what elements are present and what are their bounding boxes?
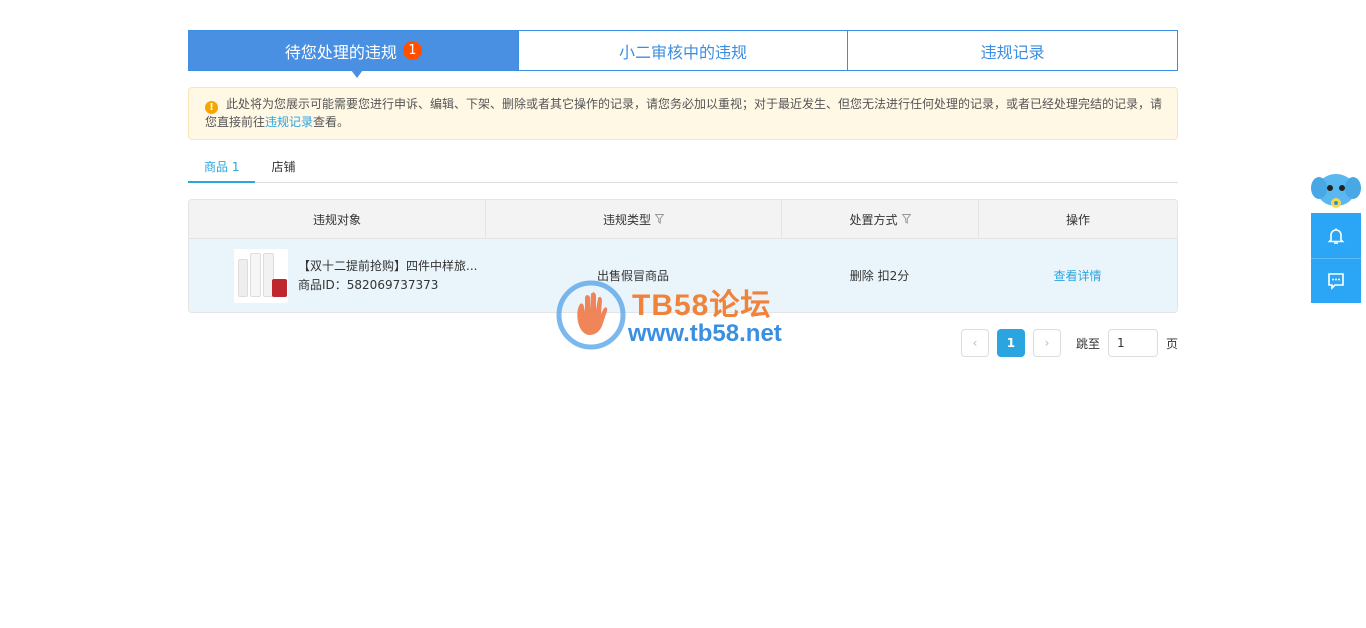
view-details-link[interactable]: 查看详情 <box>1053 267 1101 284</box>
notification-button[interactable] <box>1311 213 1361 258</box>
header-label: 违规对象 <box>312 212 361 227</box>
violations-table: 违规对象 违规类型 处置方式 操作 【双十二提前抢购】四件中样旅... 商品ID… <box>188 199 1178 313</box>
tab-pending-violations[interactable]: 待您处理的违规 1 <box>189 31 518 78</box>
product-title[interactable]: 【双十二提前抢购】四件中样旅... <box>298 257 477 276</box>
jump-page-input[interactable] <box>1107 329 1158 357</box>
chat-button[interactable] <box>1311 258 1361 303</box>
notice-banner: ! 此处将为您展示可能需要您进行申诉、编辑、下架、删除或者其它操作的记录，请您务必… <box>188 87 1178 140</box>
table-row: 【双十二提前抢购】四件中样旅... 商品ID：582069737373 出售假冒… <box>189 239 1177 312</box>
disposal-cell: 删除 扣2分 <box>849 269 910 283</box>
product-cell: 【双十二提前抢购】四件中样旅... 商品ID：582069737373 <box>189 239 485 312</box>
next-page-button[interactable]: › <box>1032 329 1061 357</box>
tab-label: 待您处理的违规 <box>284 42 397 62</box>
pagination: ‹ 1 › 跳至 页 <box>188 329 1178 357</box>
header-disposal-method[interactable]: 处置方式 <box>781 200 978 238</box>
filter-icon[interactable] <box>655 214 664 224</box>
violation-type-cell: 出售假冒商品 <box>596 269 669 283</box>
header-label: 违规类型 <box>602 212 651 227</box>
jump-label: 跳至 <box>1075 336 1100 351</box>
tab-label: 小二审核中的违规 <box>619 42 748 62</box>
product-thumbnail[interactable] <box>234 248 288 303</box>
table-header: 违规对象 违规类型 处置方式 操作 <box>189 200 1177 239</box>
chat-icon <box>1328 273 1344 290</box>
prev-page-button[interactable]: ‹ <box>960 329 989 357</box>
tab-violation-records[interactable]: 违规记录 <box>847 31 1178 70</box>
main-content: 待您处理的违规 1 小二审核中的违规 违规记录 ! 此处将为您展示可能需要您进行申… <box>188 30 1178 357</box>
violation-records-link[interactable]: 违规记录 <box>265 115 313 129</box>
filter-icon[interactable] <box>901 214 911 224</box>
product-id: 商品ID：582069737373 <box>298 277 439 292</box>
bell-icon <box>1327 228 1345 244</box>
warning-icon: ! <box>205 101 218 114</box>
tab-products[interactable]: 商品 1 <box>188 158 256 183</box>
tab-under-review[interactable]: 小二审核中的违规 <box>517 31 848 70</box>
tab-store[interactable]: 店铺 <box>255 158 311 183</box>
notice-text-end: 查看。 <box>313 115 350 129</box>
top-tabs: 待您处理的违规 1 小二审核中的违规 违规记录 <box>188 30 1178 78</box>
count-badge: 1 <box>402 41 422 60</box>
header-violation-type[interactable]: 违规类型 <box>485 200 781 238</box>
page-suffix: 页 <box>1165 336 1178 351</box>
tab-label: 违规记录 <box>980 42 1045 62</box>
header-violation-object: 违规对象 <box>189 200 485 238</box>
elephant-mascot-icon[interactable] <box>1310 168 1362 214</box>
page-1-button[interactable]: 1 <box>996 329 1025 357</box>
header-operation: 操作 <box>978 200 1177 238</box>
product-info: 【双十二提前抢购】四件中样旅... 商品ID：582069737373 <box>298 257 477 295</box>
operation-cell: 查看详情 <box>978 239 1177 312</box>
sub-tabs: 商品 1 店铺 <box>188 158 1178 183</box>
header-label: 操作 <box>1065 212 1090 227</box>
header-label: 处置方式 <box>849 212 898 227</box>
